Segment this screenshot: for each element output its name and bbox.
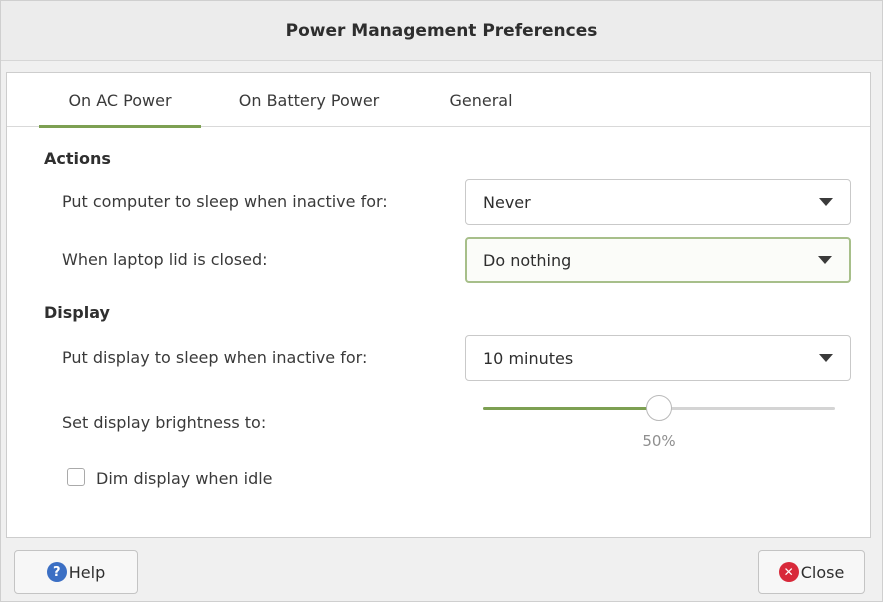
tab-on-battery-power[interactable]: On Battery Power [219, 73, 399, 127]
dropdown-value: Never [483, 192, 531, 212]
dim-display-label[interactable]: Dim display when idle [96, 469, 273, 488]
close-button-label: Close [800, 562, 845, 582]
help-button[interactable]: ? Help [14, 550, 138, 594]
dropdown-value: 10 minutes [483, 348, 574, 368]
dropdown-value: Do nothing [483, 250, 572, 270]
notebook-panel: On AC Power On Battery Power General Act… [6, 72, 871, 538]
lid-closed-label: When laptop lid is closed: [62, 250, 268, 269]
chevron-down-icon [819, 198, 833, 206]
tab-on-ac-power[interactable]: On AC Power [39, 73, 201, 128]
lid-closed-dropdown[interactable]: Do nothing [465, 237, 851, 283]
brightness-value: 50% [642, 432, 676, 450]
tab-label: On AC Power [68, 90, 172, 110]
sleep-inactive-dropdown[interactable]: Never [465, 179, 851, 225]
brightness-label: Set display brightness to: [62, 413, 267, 432]
help-icon: ? [46, 562, 67, 582]
tab-label: On Battery Power [238, 90, 380, 110]
chevron-down-icon [818, 256, 832, 264]
actions-heading: Actions [44, 149, 111, 168]
help-button-label: Help [68, 562, 106, 582]
close-button[interactable]: ✕ Close [758, 550, 865, 594]
sleep-inactive-label: Put computer to sleep when inactive for: [62, 192, 388, 211]
title-bar[interactable]: Power Management Preferences [1, 1, 882, 61]
tab-label: General [449, 90, 513, 110]
slider-fill [483, 407, 659, 410]
tab-general[interactable]: General [427, 73, 535, 127]
tab-bar: On AC Power On Battery Power General [7, 73, 870, 128]
display-sleep-dropdown[interactable]: 10 minutes [465, 335, 851, 381]
window-title: Power Management Preferences [285, 20, 598, 41]
dim-display-checkbox[interactable] [67, 468, 85, 486]
brightness-slider[interactable] [483, 395, 835, 423]
slider-handle[interactable] [646, 395, 672, 421]
power-management-window: Power Management Preferences On AC Power… [0, 0, 883, 602]
display-sleep-label: Put display to sleep when inactive for: [62, 348, 368, 367]
display-heading: Display [44, 303, 110, 322]
close-icon: ✕ [778, 562, 799, 582]
chevron-down-icon [819, 354, 833, 362]
